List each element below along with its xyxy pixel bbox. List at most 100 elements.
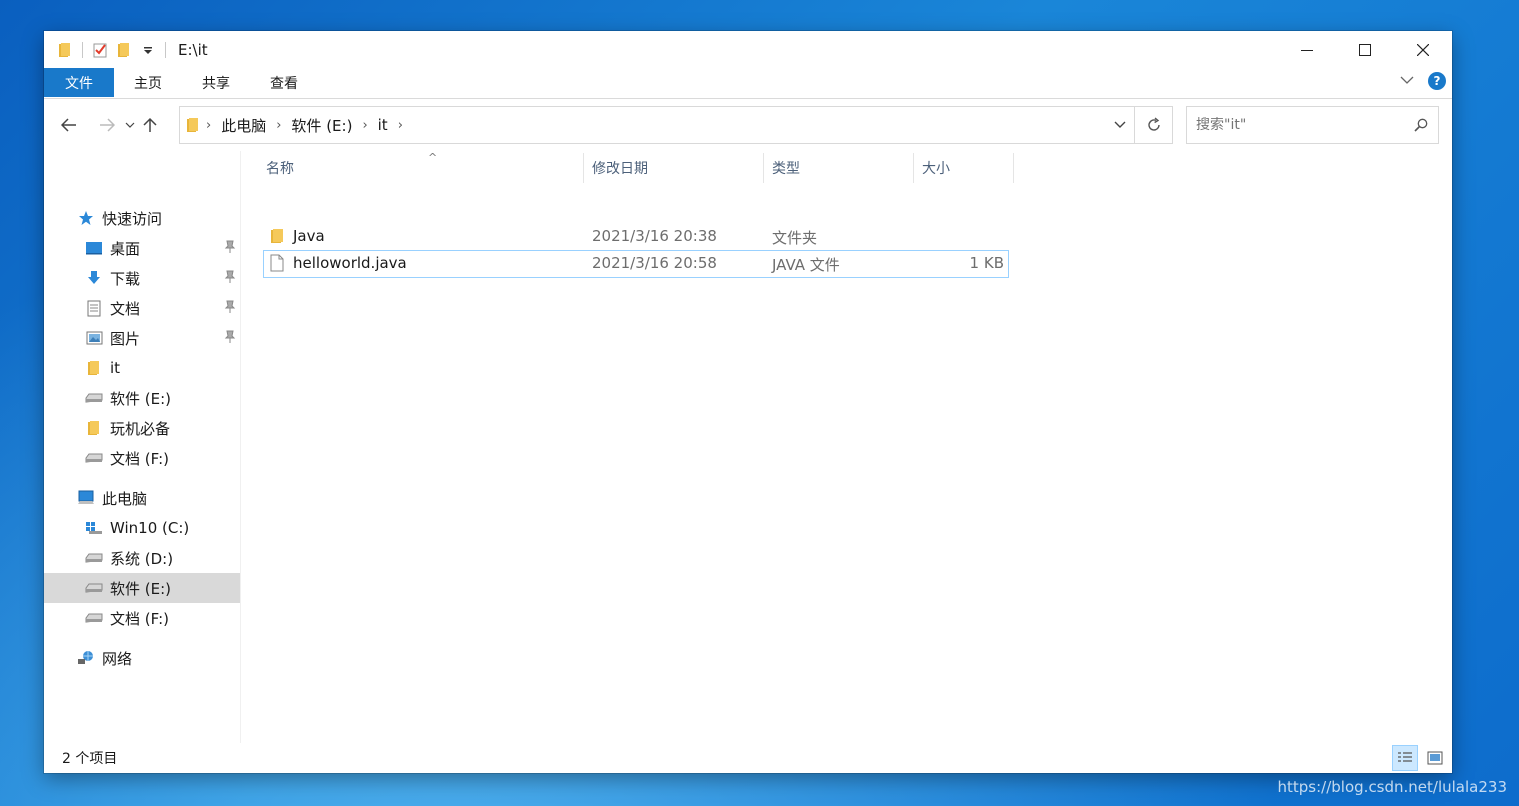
tab-view[interactable]: 查看: [250, 68, 318, 98]
sidebar-item-this-pc[interactable]: 此电脑: [44, 483, 240, 513]
chevron-down-icon: [1114, 121, 1126, 128]
search-icon[interactable]: [1414, 118, 1428, 136]
sidebar-item-drive-f[interactable]: 文档 (F:): [44, 603, 240, 633]
navigation-bar: › 此电脑 › 软件 (E:) › it ›: [44, 99, 1452, 151]
pin-icon[interactable]: [224, 330, 236, 348]
new-folder-icon[interactable]: [115, 41, 133, 59]
address-history-dropdown[interactable]: [1114, 117, 1126, 133]
file-name: Java: [293, 227, 325, 245]
refresh-button[interactable]: [1135, 106, 1173, 144]
sidebar-item-downloads[interactable]: 下载: [44, 263, 240, 293]
ribbon-tabs: 文件 主页 共享 查看 ?: [44, 68, 1452, 99]
watermark: https://blog.csdn.net/lulala233: [1277, 778, 1507, 796]
column-header-name[interactable]: 名称 ^: [258, 151, 584, 183]
breadcrumb-separator[interactable]: ›: [200, 118, 217, 133]
large-icons-view-icon: [1427, 751, 1443, 765]
sidebar-item-label: 网络: [102, 649, 133, 668]
sidebar-item-label: 玩机必备: [110, 419, 171, 438]
file-list-pane: 名称 ^ 修改日期 类型 大小 Java 2021/3/16 20:38 文件夹…: [242, 151, 1452, 743]
sidebar-item-it[interactable]: it: [44, 353, 240, 383]
folder-icon: [186, 117, 200, 133]
sidebar-item-drive-e[interactable]: 软件 (E:): [44, 383, 240, 413]
desktop-icon: [84, 238, 104, 258]
sidebar-item-must-haves[interactable]: 玩机必备: [44, 413, 240, 443]
column-header-type[interactable]: 类型: [764, 153, 914, 183]
sidebar-item-drive-e-selected[interactable]: 软件 (E:): [44, 573, 240, 603]
customize-dropdown-icon[interactable]: [139, 41, 157, 59]
sidebar-item-drive-f[interactable]: 文档 (F:): [44, 443, 240, 473]
pin-icon[interactable]: [224, 270, 236, 288]
status-bar: 2 个项目: [44, 743, 1452, 773]
file-icon: [270, 254, 284, 276]
sidebar-item-label: it: [110, 359, 121, 377]
ribbon-right-controls: ?: [1400, 72, 1446, 90]
up-button[interactable]: [138, 110, 162, 140]
breadcrumb-drive-e[interactable]: 软件 (E:): [287, 115, 356, 136]
folder-icon: [56, 41, 74, 59]
toolbar-divider: [82, 41, 83, 58]
breadcrumb-separator[interactable]: ›: [356, 118, 373, 133]
search-box[interactable]: [1186, 106, 1439, 144]
tab-share[interactable]: 共享: [182, 68, 250, 98]
sidebar-item-drive-d[interactable]: 系统 (D:): [44, 543, 240, 573]
close-button[interactable]: [1394, 31, 1452, 68]
tab-home[interactable]: 主页: [114, 68, 182, 98]
sidebar-item-label: 快速访问: [102, 209, 163, 228]
breadcrumb-separator[interactable]: ›: [270, 118, 287, 133]
minimize-button[interactable]: [1278, 31, 1336, 68]
sidebar-item-pictures[interactable]: 图片: [44, 323, 240, 353]
search-input[interactable]: [1196, 117, 1406, 133]
file-explorer-window: E:\it 文件 主页 共享 查看 ? › 此电脑 › 软件 (E:) › it…: [44, 31, 1452, 773]
column-header-label: 修改日期: [592, 161, 648, 177]
sidebar-item-label: 文档: [110, 299, 141, 318]
close-icon: [1417, 43, 1429, 56]
pin-icon[interactable]: [224, 240, 236, 258]
breadcrumb-it[interactable]: it: [374, 116, 392, 134]
sidebar-item-label: Win10 (C:): [110, 519, 190, 537]
address-bar[interactable]: › 此电脑 › 软件 (E:) › it ›: [179, 106, 1135, 144]
column-header-modified[interactable]: 修改日期: [584, 153, 764, 183]
properties-icon[interactable]: [91, 41, 109, 59]
picture-icon: [84, 328, 104, 348]
drive-icon: [84, 548, 104, 568]
details-view-button[interactable]: [1392, 745, 1418, 771]
file-size: 1 KB: [969, 254, 1004, 272]
sidebar-item-label: 软件 (E:): [110, 389, 172, 408]
forward-button[interactable]: [92, 110, 122, 140]
chevron-down-icon: [125, 122, 135, 128]
sidebar-item-label: 文档 (F:): [110, 609, 169, 628]
column-header-size[interactable]: 大小: [914, 153, 1014, 183]
file-row[interactable]: Java 2021/3/16 20:38 文件夹: [263, 224, 1009, 250]
file-type: JAVA 文件: [772, 256, 840, 274]
sidebar-item-documents[interactable]: 文档: [44, 293, 240, 323]
forward-arrow-icon: [100, 118, 115, 132]
help-button[interactable]: ?: [1428, 72, 1446, 90]
breadcrumb-separator[interactable]: ›: [392, 118, 409, 133]
maximize-button[interactable]: [1336, 31, 1394, 68]
network-icon: [76, 648, 96, 668]
sidebar-item-drive-c[interactable]: Win10 (C:): [44, 513, 240, 543]
breadcrumb-this-pc[interactable]: 此电脑: [217, 115, 270, 136]
star-icon: [76, 208, 96, 228]
title-bar: E:\it: [44, 31, 1452, 68]
document-icon: [84, 298, 104, 318]
expand-ribbon-icon[interactable]: [1400, 73, 1414, 89]
pin-icon[interactable]: [224, 300, 236, 318]
recent-locations-button[interactable]: [122, 110, 138, 140]
file-name: helloworld.java: [293, 254, 407, 272]
windows-drive-icon: [84, 518, 104, 538]
file-row[interactable]: helloworld.java 2021/3/16 20:58 JAVA 文件 …: [263, 250, 1009, 278]
tab-file[interactable]: 文件: [44, 68, 114, 97]
minimize-icon: [1301, 49, 1313, 51]
window-title: E:\it: [178, 40, 208, 59]
item-count: 2 个项目: [62, 751, 118, 767]
back-button[interactable]: [54, 110, 84, 140]
large-icons-view-button[interactable]: [1422, 745, 1448, 771]
sidebar-item-quick-access[interactable]: 快速访问: [44, 203, 240, 233]
sidebar-item-network[interactable]: 网络: [44, 643, 240, 673]
navigation-pane: 快速访问 桌面 下载 文档 图片 it 软件 (E:) 玩机必备 文档 (F:)…: [44, 151, 241, 743]
sort-ascending-icon: ^: [428, 151, 438, 164]
sidebar-item-label: 软件 (E:): [110, 579, 172, 598]
sidebar-item-desktop[interactable]: 桌面: [44, 233, 240, 263]
back-arrow-icon: [61, 118, 76, 132]
